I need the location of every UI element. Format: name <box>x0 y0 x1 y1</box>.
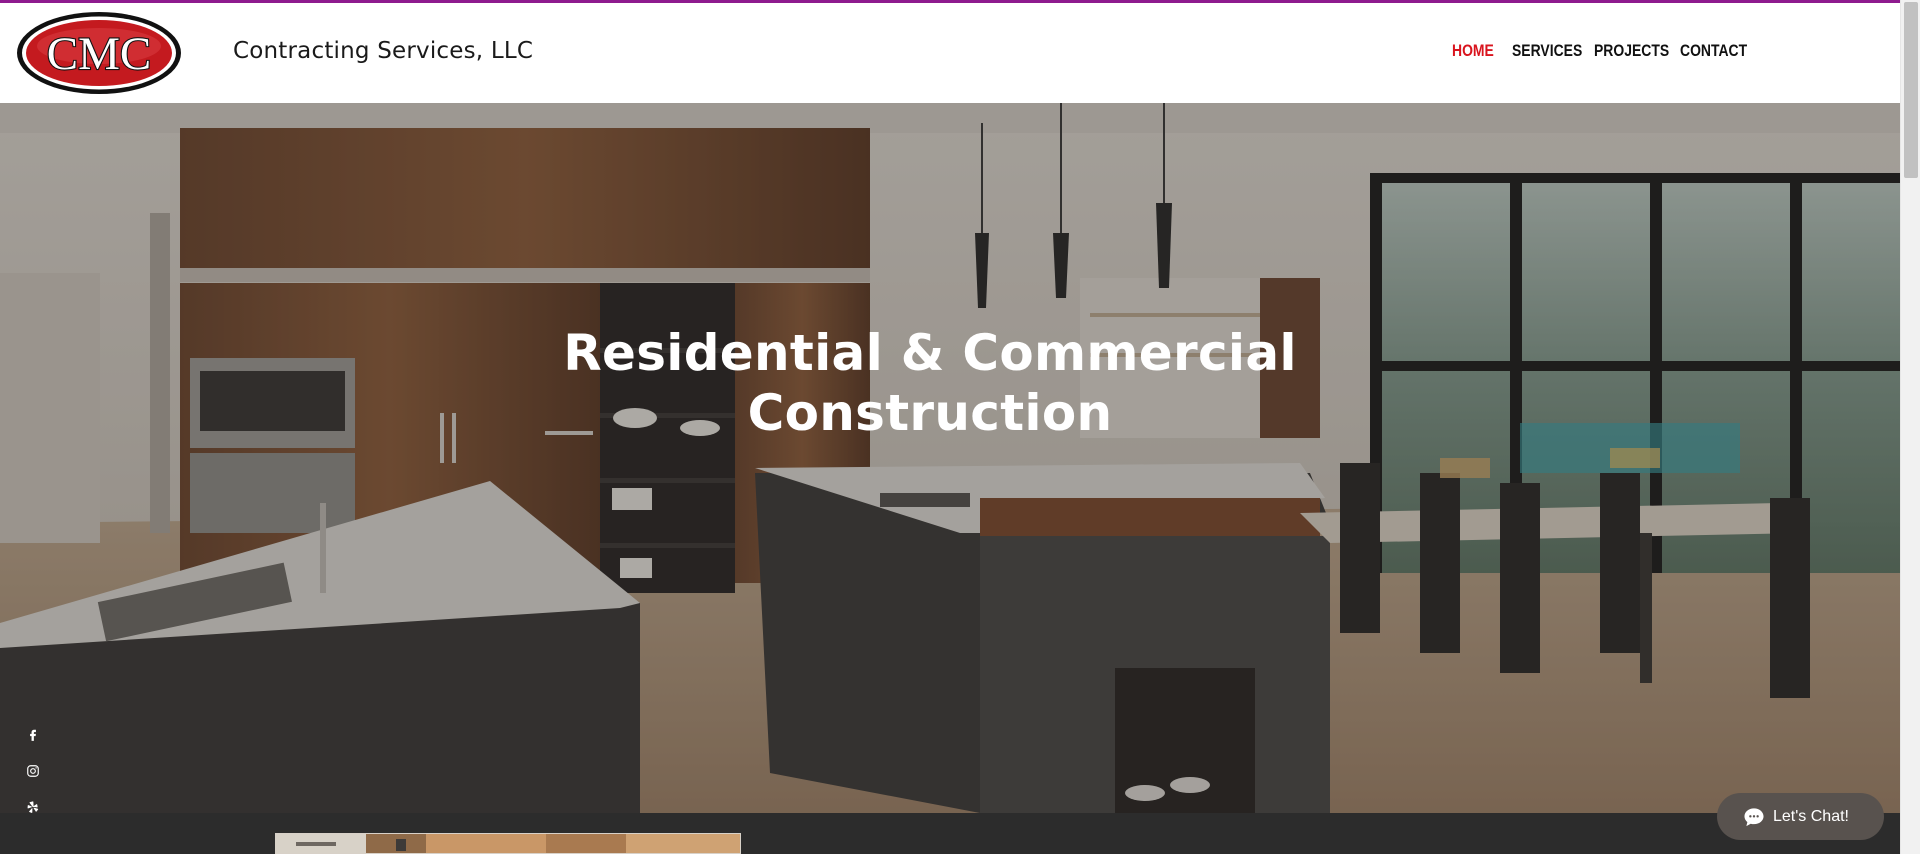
chat-label: Let's Chat! <box>1773 807 1849 825</box>
page-scrollbar[interactable] <box>1900 0 1920 854</box>
nav-item-services[interactable]: SERVICES <box>1512 41 1582 61</box>
nav-item-projects[interactable]: PROJECTS <box>1594 41 1669 61</box>
hero-title-line-1: Residential & Commercial <box>563 324 1297 382</box>
logo[interactable]: CMC <box>16 11 182 95</box>
site-header: CMC Contracting Services, LLC HOME SERVI… <box>0 3 1900 103</box>
hero-section: Residential & Commercial Construction <box>0 103 1900 813</box>
chat-bubble-icon <box>1744 807 1764 826</box>
logo-emblem: CMC <box>17 12 181 94</box>
chat-widget-button[interactable]: Let's Chat! <box>1717 793 1884 840</box>
logo-text: CMC <box>47 28 152 80</box>
nav-item-contact[interactable]: CONTACT <box>1680 41 1747 61</box>
instagram-icon[interactable] <box>22 760 44 782</box>
brand-name: Contracting Services, LLC <box>233 38 534 64</box>
hero-title-line-2: Construction <box>747 384 1113 442</box>
facebook-icon[interactable] <box>22 724 44 746</box>
nav-item-home[interactable]: HOME <box>1452 41 1494 61</box>
hero-title: Residential & Commercial Construction <box>560 323 1300 443</box>
hero-overlay <box>0 103 1900 813</box>
scrollbar-thumb[interactable] <box>1904 2 1918 178</box>
project-thumbnail-image <box>276 834 740 853</box>
project-thumbnail[interactable] <box>275 833 741 854</box>
